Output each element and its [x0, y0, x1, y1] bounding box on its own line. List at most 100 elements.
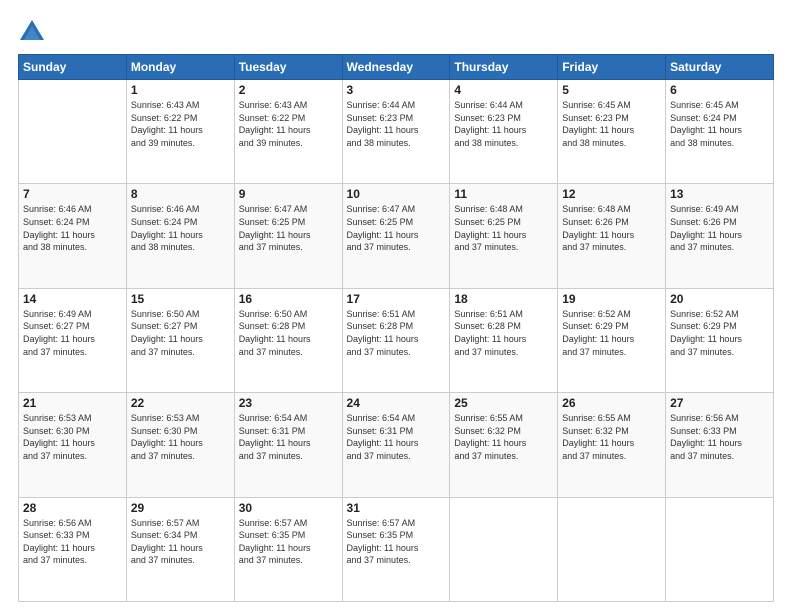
cell-content: Sunrise: 6:45 AM Sunset: 6:23 PM Dayligh…: [562, 99, 661, 149]
cell-content: Sunrise: 6:49 AM Sunset: 6:27 PM Dayligh…: [23, 308, 122, 358]
day-number: 29: [131, 501, 230, 515]
calendar-cell: 23 Sunrise: 6:54 AM Sunset: 6:31 PM Dayli…: [234, 393, 342, 497]
calendar-cell: 22 Sunrise: 6:53 AM Sunset: 6:30 PM Dayli…: [126, 393, 234, 497]
cell-content: Sunrise: 6:43 AM Sunset: 6:22 PM Dayligh…: [239, 99, 338, 149]
calendar-header-thursday: Thursday: [450, 55, 558, 80]
day-number: 20: [670, 292, 769, 306]
cell-content: Sunrise: 6:44 AM Sunset: 6:23 PM Dayligh…: [347, 99, 446, 149]
calendar-week-2: 7 Sunrise: 6:46 AM Sunset: 6:24 PM Daylig…: [19, 184, 774, 288]
calendar-week-3: 14 Sunrise: 6:49 AM Sunset: 6:27 PM Dayli…: [19, 288, 774, 392]
day-number: 25: [454, 396, 553, 410]
cell-content: Sunrise: 6:52 AM Sunset: 6:29 PM Dayligh…: [562, 308, 661, 358]
day-number: 26: [562, 396, 661, 410]
cell-content: Sunrise: 6:46 AM Sunset: 6:24 PM Dayligh…: [131, 203, 230, 253]
day-number: 3: [347, 83, 446, 97]
cell-content: Sunrise: 6:56 AM Sunset: 6:33 PM Dayligh…: [670, 412, 769, 462]
day-number: 14: [23, 292, 122, 306]
calendar-cell: 14 Sunrise: 6:49 AM Sunset: 6:27 PM Dayli…: [19, 288, 127, 392]
calendar-cell: 18Sunrise: 6:51 AM Sunset: 6:28 PM Dayli…: [450, 288, 558, 392]
calendar-cell: 7Sunrise: 6:46 AM Sunset: 6:24 PM Daylig…: [19, 184, 127, 288]
cell-content: Sunrise: 6:57 AM Sunset: 6:34 PM Dayligh…: [131, 517, 230, 567]
calendar-header-monday: Monday: [126, 55, 234, 80]
cell-content: Sunrise: 6:45 AM Sunset: 6:24 PM Dayligh…: [670, 99, 769, 149]
calendar-cell: 17 Sunrise: 6:51 AM Sunset: 6:28 PM Dayli…: [342, 288, 450, 392]
cell-content: Sunrise: 6:47 AM Sunset: 6:25 PM Dayligh…: [347, 203, 446, 253]
calendar-cell: [450, 497, 558, 601]
day-number: 23: [239, 396, 338, 410]
cell-content: Sunrise: 6:53 AM Sunset: 6:30 PM Dayligh…: [23, 412, 122, 462]
day-number: 17: [347, 292, 446, 306]
cell-content: Sunrise: 6:50 AM Sunset: 6:28 PM Dayligh…: [239, 308, 338, 358]
cell-content: Sunrise: 6:51 AM Sunset: 6:28 PM Dayligh…: [454, 308, 553, 358]
calendar-header-wednesday: Wednesday: [342, 55, 450, 80]
calendar-week-1: 1 Sunrise: 6:43 AM Sunset: 6:22 PM Daylig…: [19, 80, 774, 184]
day-number: 7: [23, 187, 122, 201]
calendar-header-tuesday: Tuesday: [234, 55, 342, 80]
calendar-cell: 24Sunrise: 6:54 AM Sunset: 6:31 PM Dayli…: [342, 393, 450, 497]
cell-content: Sunrise: 6:49 AM Sunset: 6:26 PM Dayligh…: [670, 203, 769, 253]
cell-content: Sunrise: 6:56 AM Sunset: 6:33 PM Dayligh…: [23, 517, 122, 567]
calendar-cell: 19Sunrise: 6:52 AM Sunset: 6:29 PM Dayli…: [558, 288, 666, 392]
calendar-cell: 15Sunrise: 6:50 AM Sunset: 6:27 PM Dayli…: [126, 288, 234, 392]
cell-content: Sunrise: 6:48 AM Sunset: 6:26 PM Dayligh…: [562, 203, 661, 253]
calendar-cell: 2 Sunrise: 6:43 AM Sunset: 6:22 PM Daylig…: [234, 80, 342, 184]
cell-content: Sunrise: 6:53 AM Sunset: 6:30 PM Dayligh…: [131, 412, 230, 462]
calendar-cell: 28 Sunrise: 6:56 AM Sunset: 6:33 PM Dayli…: [19, 497, 127, 601]
calendar-cell: 9Sunrise: 6:47 AM Sunset: 6:25 PM Daylig…: [234, 184, 342, 288]
calendar-header-sunday: Sunday: [19, 55, 127, 80]
calendar-cell: 6 Sunrise: 6:45 AM Sunset: 6:24 PM Daylig…: [666, 80, 774, 184]
cell-content: Sunrise: 6:57 AM Sunset: 6:35 PM Dayligh…: [347, 517, 446, 567]
calendar-table: SundayMondayTuesdayWednesdayThursdayFrid…: [18, 54, 774, 602]
day-number: 12: [562, 187, 661, 201]
day-number: 5: [562, 83, 661, 97]
cell-content: Sunrise: 6:50 AM Sunset: 6:27 PM Dayligh…: [131, 308, 230, 358]
logo: [18, 18, 50, 46]
calendar-cell: 16Sunrise: 6:50 AM Sunset: 6:28 PM Dayli…: [234, 288, 342, 392]
cell-content: Sunrise: 6:55 AM Sunset: 6:32 PM Dayligh…: [454, 412, 553, 462]
calendar-cell: 25 Sunrise: 6:55 AM Sunset: 6:32 PM Dayli…: [450, 393, 558, 497]
cell-content: Sunrise: 6:43 AM Sunset: 6:22 PM Dayligh…: [131, 99, 230, 149]
cell-content: Sunrise: 6:52 AM Sunset: 6:29 PM Dayligh…: [670, 308, 769, 358]
calendar-cell: 4Sunrise: 6:44 AM Sunset: 6:23 PM Daylig…: [450, 80, 558, 184]
calendar-cell: 20 Sunrise: 6:52 AM Sunset: 6:29 PM Dayli…: [666, 288, 774, 392]
calendar-cell: 8 Sunrise: 6:46 AM Sunset: 6:24 PM Daylig…: [126, 184, 234, 288]
calendar-cell: 11 Sunrise: 6:48 AM Sunset: 6:25 PM Dayli…: [450, 184, 558, 288]
calendar-cell: [19, 80, 127, 184]
day-number: 31: [347, 501, 446, 515]
calendar-cell: 27 Sunrise: 6:56 AM Sunset: 6:33 PM Dayli…: [666, 393, 774, 497]
page: SundayMondayTuesdayWednesdayThursdayFrid…: [0, 0, 792, 612]
header: [18, 18, 774, 46]
calendar-cell: 26Sunrise: 6:55 AM Sunset: 6:32 PM Dayli…: [558, 393, 666, 497]
calendar-cell: 5 Sunrise: 6:45 AM Sunset: 6:23 PM Daylig…: [558, 80, 666, 184]
calendar-cell: 3 Sunrise: 6:44 AM Sunset: 6:23 PM Daylig…: [342, 80, 450, 184]
calendar-cell: 1 Sunrise: 6:43 AM Sunset: 6:22 PM Daylig…: [126, 80, 234, 184]
day-number: 11: [454, 187, 553, 201]
calendar-header-row: SundayMondayTuesdayWednesdayThursdayFrid…: [19, 55, 774, 80]
calendar-header-saturday: Saturday: [666, 55, 774, 80]
day-number: 6: [670, 83, 769, 97]
day-number: 24: [347, 396, 446, 410]
logo-icon: [18, 18, 46, 46]
day-number: 13: [670, 187, 769, 201]
calendar-cell: 30 Sunrise: 6:57 AM Sunset: 6:35 PM Dayli…: [234, 497, 342, 601]
day-number: 1: [131, 83, 230, 97]
calendar-cell: 10Sunrise: 6:47 AM Sunset: 6:25 PM Dayli…: [342, 184, 450, 288]
day-number: 22: [131, 396, 230, 410]
cell-content: Sunrise: 6:57 AM Sunset: 6:35 PM Dayligh…: [239, 517, 338, 567]
calendar-cell: 12 Sunrise: 6:48 AM Sunset: 6:26 PM Dayli…: [558, 184, 666, 288]
cell-content: Sunrise: 6:51 AM Sunset: 6:28 PM Dayligh…: [347, 308, 446, 358]
calendar-cell: 29 Sunrise: 6:57 AM Sunset: 6:34 PM Dayli…: [126, 497, 234, 601]
cell-content: Sunrise: 6:48 AM Sunset: 6:25 PM Dayligh…: [454, 203, 553, 253]
day-number: 21: [23, 396, 122, 410]
day-number: 8: [131, 187, 230, 201]
calendar-week-5: 28 Sunrise: 6:56 AM Sunset: 6:33 PM Dayli…: [19, 497, 774, 601]
day-number: 30: [239, 501, 338, 515]
calendar-header-friday: Friday: [558, 55, 666, 80]
calendar-cell: 21 Sunrise: 6:53 AM Sunset: 6:30 PM Dayli…: [19, 393, 127, 497]
day-number: 2: [239, 83, 338, 97]
day-number: 27: [670, 396, 769, 410]
day-number: 28: [23, 501, 122, 515]
calendar-cell: [666, 497, 774, 601]
day-number: 9: [239, 187, 338, 201]
cell-content: Sunrise: 6:54 AM Sunset: 6:31 PM Dayligh…: [239, 412, 338, 462]
